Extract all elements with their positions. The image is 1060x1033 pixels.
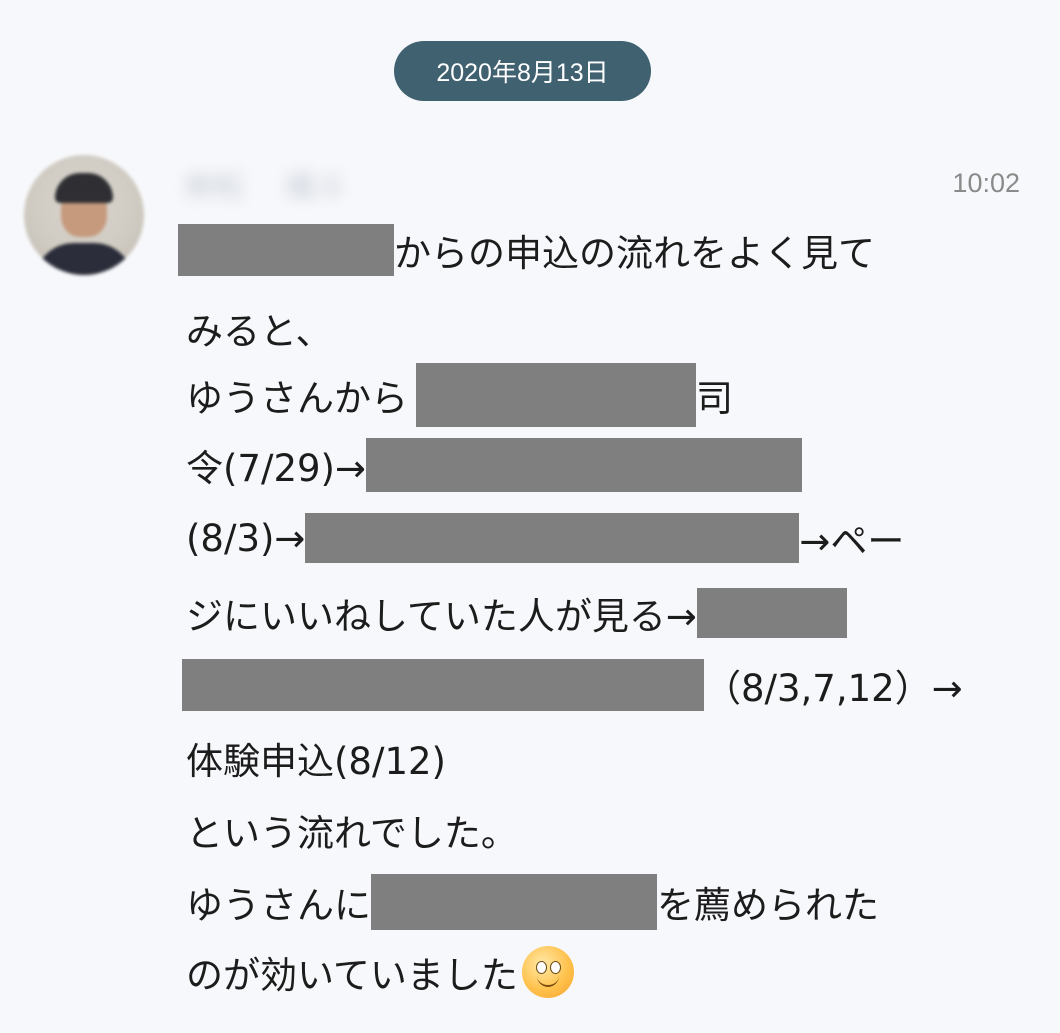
redaction-block bbox=[416, 363, 696, 427]
message-text: （8/3,7,12）→ bbox=[704, 667, 963, 710]
redaction-block bbox=[305, 513, 800, 563]
message-text: からの申込の流れをよく見て bbox=[394, 232, 875, 275]
avatar[interactable] bbox=[24, 155, 144, 275]
message-text: ジにいいねしていた人が見る→ bbox=[186, 595, 697, 638]
message-timestamp: 10:02 bbox=[952, 168, 1020, 198]
sender-name-part: 颯斗 bbox=[285, 170, 345, 205]
sender-name[interactable]: 柳松 颯斗 bbox=[185, 160, 415, 208]
redaction-block bbox=[365, 438, 802, 492]
message-text: ゆうさんに bbox=[186, 884, 371, 927]
message-text: みると、 bbox=[186, 310, 333, 353]
smiley-face-icon bbox=[521, 946, 574, 998]
message-line: （8/3,7,12）→ bbox=[182, 655, 963, 715]
date-separator: 2020年8月13日 bbox=[394, 41, 651, 101]
message-line: (8/3)→ →ペー bbox=[186, 508, 904, 568]
message-text: という流れでした。 bbox=[186, 812, 518, 855]
sender-name-part: 柳松 bbox=[185, 170, 245, 205]
message-line: からの申込の流れをよく見て bbox=[178, 220, 875, 280]
redaction-block bbox=[178, 224, 394, 276]
message-line: のが効いていました bbox=[186, 942, 574, 1002]
message-text: 司 bbox=[696, 377, 733, 420]
redaction-block bbox=[371, 874, 657, 930]
message-text: →ペー bbox=[799, 520, 905, 563]
message-line: という流れでした。 bbox=[186, 800, 518, 860]
message-text: 令(7/29)→ bbox=[186, 447, 366, 490]
message-text: ゆうさんから bbox=[186, 377, 408, 420]
message-text: を薦められた bbox=[657, 884, 879, 927]
message-line: ジにいいねしていた人が見る→ bbox=[186, 583, 847, 643]
redaction-block bbox=[696, 588, 847, 638]
message-text: 体験申込(8/12) bbox=[186, 740, 446, 783]
message-text: のが効いていました bbox=[186, 954, 518, 997]
message-line: ゆうさんから 司 bbox=[186, 363, 733, 427]
message-line: 体験申込(8/12) bbox=[186, 728, 446, 788]
chat-view: 2020年8月13日 柳松 颯斗 10:02 からの申込の流れをよく見て みると… bbox=[0, 0, 1060, 1033]
redaction-block bbox=[182, 659, 704, 711]
message-line: 令(7/29)→ bbox=[186, 435, 802, 495]
message-text: (8/3)→ bbox=[186, 516, 306, 560]
message-line: みると、 bbox=[186, 298, 333, 358]
message-line: ゆうさんに を薦められた bbox=[186, 872, 879, 932]
